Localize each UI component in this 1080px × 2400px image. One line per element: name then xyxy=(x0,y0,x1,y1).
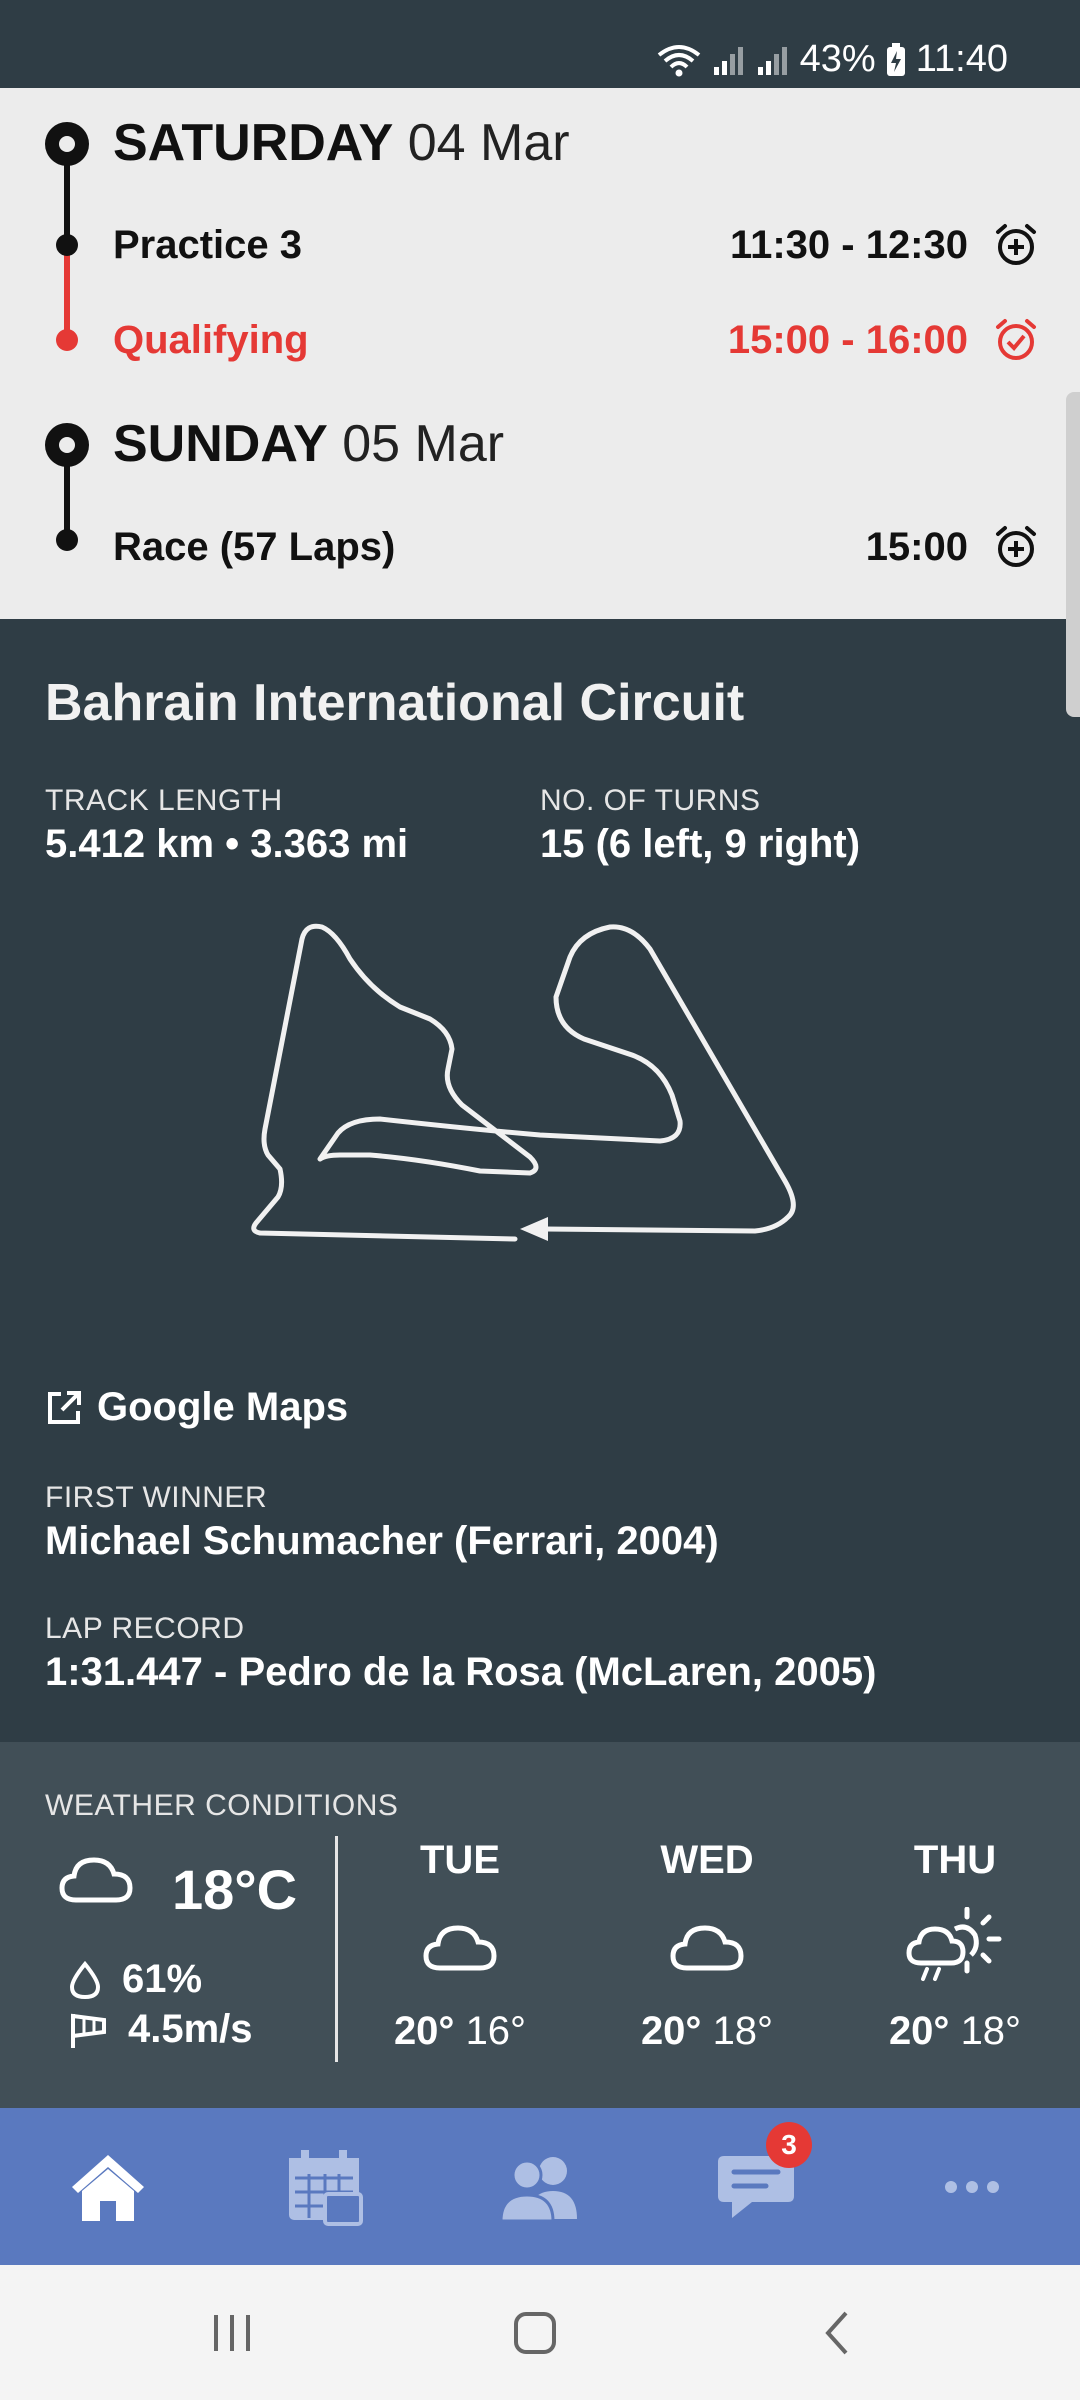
calendar-icon xyxy=(289,2149,363,2226)
timeline-line-live xyxy=(64,247,70,342)
lap-record-value: 1:31.447 - Pedro de la Rosa (McLaren, 20… xyxy=(45,1650,877,1694)
first-winner-value: Michael Schumacher (Ferrari, 2004) xyxy=(45,1519,719,1563)
system-navigation-bar xyxy=(0,2265,1080,2400)
people-icon xyxy=(499,2156,577,2221)
forecast-high: 20° xyxy=(888,2009,950,2053)
weather-divider xyxy=(335,1836,338,2062)
day-date: 04 Mar xyxy=(407,114,570,172)
forecast-temps: 20° 16° xyxy=(360,2009,560,2054)
forecast-high: 20° xyxy=(640,2009,702,2053)
session-name: Qualifying xyxy=(113,317,309,362)
signal-icon xyxy=(713,46,743,75)
current-temperature: 18°C xyxy=(172,1858,298,1921)
session-name: Race (57 Laps) xyxy=(113,524,396,569)
chat-badge: 3 xyxy=(766,2122,812,2168)
forecast-tue: TUE 20° 16° xyxy=(360,1838,560,2054)
day-heading-saturday: SATURDAY 04 Mar xyxy=(113,113,570,173)
forecast-low: 16° xyxy=(465,2009,527,2053)
google-maps-label: Google Maps xyxy=(97,1385,349,1429)
timeline-session-dot xyxy=(56,529,78,551)
turns-label: NO. OF TURNS xyxy=(540,784,761,817)
forecast-day: WED xyxy=(660,1838,754,1882)
timeline-session-dot-live xyxy=(56,329,78,351)
alarm-check-icon[interactable] xyxy=(992,316,1040,364)
nav-people[interactable] xyxy=(432,2108,648,2265)
track-length-value: 5.412 km • 3.363 mi xyxy=(45,822,409,866)
wifi-icon xyxy=(657,44,700,76)
day-date: 05 Mar xyxy=(342,415,505,473)
forecast-temps: 20° 18° xyxy=(855,2009,1055,2054)
timeline-day-marker xyxy=(45,122,89,166)
partly-sunny-rain-icon xyxy=(905,1907,1005,1987)
alarm-add-icon[interactable] xyxy=(992,221,1040,269)
session-time: 15:00 - 16:00 xyxy=(727,317,968,362)
forecast-day: THU xyxy=(913,1838,997,1882)
humidity-row: 61% xyxy=(68,1957,202,2002)
windsock-icon xyxy=(71,2013,106,2048)
nav-more[interactable] xyxy=(864,2108,1080,2265)
nav-home[interactable] xyxy=(0,2108,216,2265)
water-drop-icon xyxy=(69,1960,101,1999)
timeline-day-marker xyxy=(45,423,89,467)
cloud-icon xyxy=(657,1907,757,1987)
forecast-low: 18° xyxy=(712,2009,774,2053)
circuit-name: Bahrain International Circuit xyxy=(45,674,745,732)
session-row-practice-3: Practice 3 11:30 - 12:30 xyxy=(113,215,1040,275)
forecast-temps: 20° 18° xyxy=(607,2009,807,2054)
track-map xyxy=(251,923,796,1242)
home-button[interactable] xyxy=(495,2305,575,2361)
day-name: SATURDAY xyxy=(113,114,394,172)
session-time: 15:00 xyxy=(865,524,968,569)
recent-apps-button[interactable] xyxy=(192,2305,272,2361)
nav-chat[interactable]: 3 xyxy=(648,2108,864,2265)
weather-label: WEATHER CONDITIONS xyxy=(45,1789,399,1822)
weather-conditions: WEATHER CONDITIONS 18°C 61% 4.5m/s TUE 2… xyxy=(0,1742,1080,2108)
signal-icon-2 xyxy=(757,46,787,75)
turns-value: 15 (6 left, 9 right) xyxy=(540,822,861,866)
cloud-icon xyxy=(410,1907,510,1987)
session-row-qualifying: Qualifying 15:00 - 16:00 xyxy=(113,310,1040,370)
first-winner-label: FIRST WINNER xyxy=(45,1481,268,1514)
session-name: Practice 3 xyxy=(113,222,303,267)
timeline-session-dot xyxy=(56,234,78,256)
scrollbar-handle[interactable] xyxy=(1066,392,1080,717)
forecast-thu: THU 20° 18° xyxy=(855,1838,1055,2054)
bottom-navigation: 3 xyxy=(0,2108,1080,2265)
forecast-wed: WED 20° 18° xyxy=(607,1838,807,2054)
alarm-add-icon[interactable] xyxy=(992,523,1040,571)
cloud-icon xyxy=(59,1857,133,1903)
external-link-icon xyxy=(48,1390,81,1424)
wind-row: 4.5m/s xyxy=(68,2007,253,2052)
battery-charging-icon xyxy=(886,42,905,76)
more-icon xyxy=(945,2180,999,2193)
status-bar: 43% 11:40 xyxy=(0,0,1080,88)
session-time: 11:30 - 12:30 xyxy=(730,222,968,267)
back-button[interactable] xyxy=(798,2305,878,2361)
forecast-day: TUE xyxy=(420,1838,500,1882)
day-heading-sunday: SUNDAY 05 Mar xyxy=(113,414,504,474)
forecast-low: 18° xyxy=(960,2009,1022,2053)
forecast-high: 20° xyxy=(393,2009,455,2053)
status-icons: 43% 11:40 xyxy=(656,38,1008,81)
back-icon xyxy=(825,2311,848,2355)
circuit-info: Bahrain International Circuit TRACK LENG… xyxy=(0,619,1080,1742)
track-length-label: TRACK LENGTH xyxy=(45,784,283,817)
day-name: SUNDAY xyxy=(113,415,328,473)
lap-record-label: LAP RECORD xyxy=(45,1612,245,1645)
clock: 11:40 xyxy=(915,38,1008,80)
google-maps-link[interactable]: Google Maps xyxy=(45,1385,348,1430)
session-schedule: SATURDAY 04 Mar Practice 3 11:30 - 12:30… xyxy=(0,88,1080,619)
nav-calendar[interactable] xyxy=(216,2108,432,2265)
battery-percent: 43% xyxy=(799,38,876,80)
session-row-race: Race (57 Laps) 15:00 xyxy=(113,517,1040,577)
home-icon xyxy=(72,2154,144,2221)
humidity-value: 61% xyxy=(122,1957,203,2001)
recent-apps-icon xyxy=(214,2315,250,2351)
wind-value: 4.5m/s xyxy=(128,2007,253,2051)
home-square-icon xyxy=(514,2312,556,2354)
